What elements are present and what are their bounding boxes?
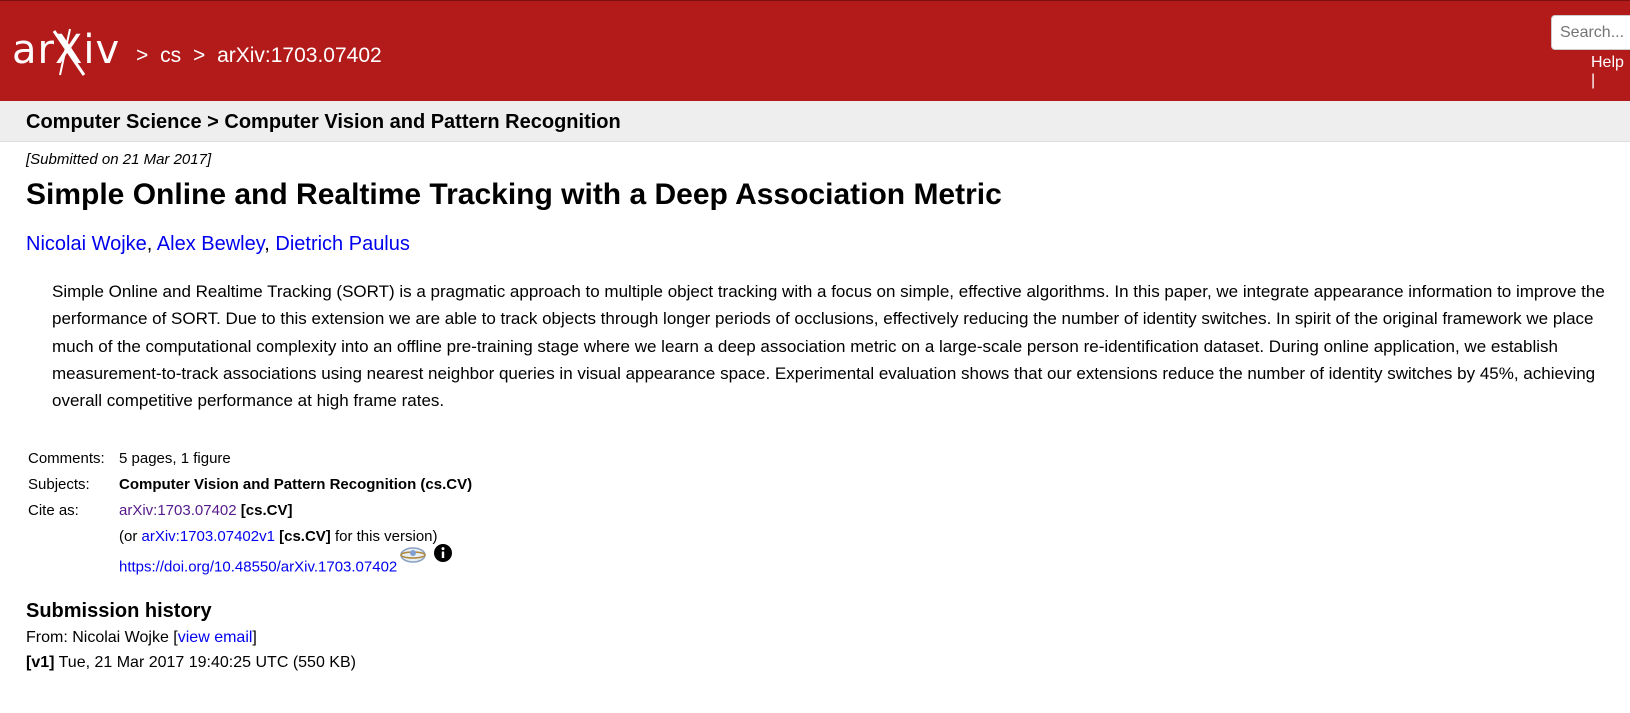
comments-value: 5 pages, 1 figure xyxy=(119,450,231,467)
author-separator: , xyxy=(146,233,157,255)
cite-category: [cs.CV] xyxy=(240,502,293,519)
history-from: From: Nicolai Wojke [view email] xyxy=(26,627,257,649)
paper-title: Simple Online and Realtime Tracking with… xyxy=(26,178,1002,211)
breadcrumb-cs-link[interactable]: cs xyxy=(160,44,181,67)
cite-version-value: (or arXiv:1703.07402v1 [cs.CV] for this … xyxy=(119,524,438,550)
breadcrumb-sep: > xyxy=(192,44,206,67)
cite-label: Cite as: xyxy=(28,502,79,519)
doi-link[interactable]: https://doi.org/10.48550/arXiv.1703.0740… xyxy=(119,558,397,575)
for-version-text: for this version) xyxy=(330,528,438,545)
subjects-value: Computer Vision and Pattern Recognition … xyxy=(119,476,473,493)
subjects-label: Subjects: xyxy=(28,476,90,493)
breadcrumb-sep: > xyxy=(136,44,149,67)
doi-value: https://doi.org/10.48550/arXiv.1703.0740… xyxy=(119,544,453,582)
cite-version-category: [cs.CV] xyxy=(279,528,331,545)
version-details: Tue, 21 Mar 2017 19:40:25 UTC (550 KB) xyxy=(54,654,356,671)
author-link[interactable]: Nicolai Wojke xyxy=(26,233,147,255)
or-prefix: (or xyxy=(119,528,142,545)
info-icon[interactable] xyxy=(433,543,453,572)
comments-label: Comments: xyxy=(28,450,105,467)
author-link[interactable]: Alex Bewley xyxy=(157,233,264,255)
cite-version-link[interactable]: arXiv:1703.07402v1 xyxy=(142,528,275,545)
author-separator: , xyxy=(264,233,276,255)
from-prefix: From: Nicolai Wojke [ xyxy=(26,629,178,646)
header-breadcrumb: > cs > arXiv:1703.07402 xyxy=(136,44,388,68)
category-bar: Computer Science > Computer Vision and P… xyxy=(0,101,1630,142)
help-link[interactable]: Help | xyxy=(1591,54,1630,90)
submitted-date: [Submitted on 21 Mar 2017] xyxy=(26,151,212,168)
cite-value: arXiv:1703.07402 [cs.CV] xyxy=(119,498,292,524)
history-version: [v1] Tue, 21 Mar 2017 19:40:25 UTC (550 … xyxy=(26,652,356,674)
view-email-link[interactable]: view email xyxy=(178,629,253,646)
abstract: Simple Online and Realtime Tracking (SOR… xyxy=(52,282,1605,411)
submission-history-heading: Submission history xyxy=(26,600,212,622)
search-input[interactable] xyxy=(1551,15,1630,50)
breadcrumb-paper-id: arXiv:1703.07402 xyxy=(217,44,382,67)
category-breadcrumb: Computer Science > Computer Vision and P… xyxy=(26,111,621,133)
cite-id-link[interactable]: arXiv:1703.07402 xyxy=(119,502,237,519)
arxiv-logo[interactable]: arXiv xyxy=(12,23,132,81)
version-label: [v1] xyxy=(26,654,55,671)
arxiv-logo-x-icon xyxy=(52,28,86,76)
datacite-icon[interactable] xyxy=(399,545,427,574)
site-header: arXiv > cs > arXiv:1703.07402 Help | xyxy=(0,0,1630,101)
author-list: Nicolai Wojke, Alex Bewley, Dietrich Pau… xyxy=(26,231,410,257)
from-suffix: ] xyxy=(252,629,257,646)
author-link[interactable]: Dietrich Paulus xyxy=(275,233,410,255)
